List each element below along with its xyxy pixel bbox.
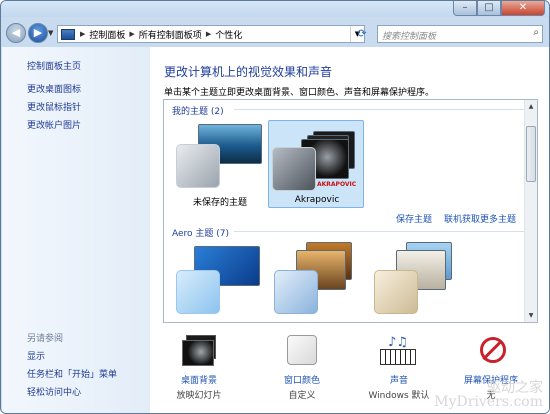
sidebar-link-desktop-icons[interactable]: 更改桌面图标: [27, 82, 81, 95]
aero-theme-windows7[interactable]: [172, 240, 272, 322]
see-also-heading: 另请参阅: [27, 334, 64, 344]
title-bar: – □ ✕: [1, 1, 549, 17]
breadcrumb-separator-icon[interactable]: ▶: [127, 30, 136, 38]
search-input[interactable]: 搜索控制面板 ⌕: [377, 25, 543, 43]
unsaved-theme-color-swatch: [176, 144, 220, 188]
sound-label: 声音: [389, 376, 408, 386]
theme-gallery-scrollbar[interactable]: ▲ ▼: [524, 100, 537, 322]
see-also-display[interactable]: 显示: [27, 349, 45, 362]
aero-theme-characters[interactable]: [370, 240, 470, 322]
sidebar-link-account-picture[interactable]: 更改帐户图片: [27, 118, 81, 131]
address-bar[interactable]: ▶ 控制面板 ▶ 所有控制面板项 ▶ 个性化 ▼: [57, 25, 365, 43]
save-theme-link[interactable]: 保存主题: [396, 212, 432, 225]
section-divider: [234, 231, 524, 232]
theme-akrapovic-selected[interactable]: AKRAPOVIC Akrapovic: [268, 120, 364, 208]
breadcrumb-separator-icon[interactable]: ▶: [204, 30, 213, 38]
see-also-taskbar[interactable]: 任务栏和「开始」菜单: [27, 367, 117, 380]
get-more-themes-link[interactable]: 联机获取更多主题: [444, 212, 516, 225]
window-color-icon: [283, 335, 321, 367]
akrapovic-color-swatch: [272, 147, 316, 191]
screensaver-icon: [472, 335, 510, 367]
watermark-logo-text: 驱动之家: [487, 380, 543, 396]
section-divider: [234, 109, 524, 110]
watermark-site-text: MyDrivers.com: [434, 394, 543, 410]
scrollbar-thumb[interactable]: [526, 126, 536, 182]
page-description: 单击某个主题立即更改桌面背景、窗口颜色、声音和屏幕保护程序。: [164, 88, 435, 98]
main-content: 更改计算机上的视觉效果和声音 单击某个主题立即更改桌面背景、窗口颜色、声音和屏幕…: [150, 47, 549, 413]
windows7-color-swatch: [176, 270, 220, 314]
aero-theme-architecture[interactable]: [270, 240, 370, 322]
recent-pages-dropdown-icon[interactable]: ▼: [48, 29, 53, 37]
breadcrumb-control-panel[interactable]: 控制面板: [87, 28, 127, 41]
minimize-button[interactable]: –: [453, 1, 477, 16]
control-panel-icon: [61, 28, 75, 40]
window: – □ ✕ ◀ ▶ ▼ ▶ 控制面板 ▶ 所有控制面板项 ▶ 个性化 ▼ ⟳ 搜…: [0, 0, 550, 414]
window-color-button[interactable]: 窗口颜色 自定义: [263, 333, 341, 401]
breadcrumb-personalization[interactable]: 个性化: [213, 28, 244, 41]
refresh-icon[interactable]: ⟳: [353, 25, 371, 43]
sound-icon: ♪♫: [380, 335, 418, 367]
window-color-label: 窗口颜色: [283, 376, 320, 386]
theme-label: Akrapovic: [294, 195, 340, 205]
back-button[interactable]: ◀: [6, 23, 26, 43]
scroll-up-icon[interactable]: ▲: [525, 100, 537, 113]
page-title: 更改计算机上的视觉效果和声音: [164, 65, 333, 79]
close-button[interactable]: ✕: [501, 1, 545, 16]
desktop-background-value: 放映幻灯片: [176, 391, 222, 401]
my-themes-heading: 我的主题 (2): [172, 107, 224, 117]
search-placeholder: 搜索控制面板: [382, 32, 437, 42]
window-color-value: 自定义: [288, 391, 316, 401]
desktop-background-label: 桌面背景: [180, 376, 217, 386]
search-icon[interactable]: ⌕: [533, 27, 539, 38]
maximize-button[interactable]: □: [477, 1, 501, 16]
desktop-background-button[interactable]: 桌面背景 放映幻灯片: [160, 333, 238, 401]
sidebar-link-mouse-pointers[interactable]: 更改鼠标指针: [27, 100, 81, 113]
desktop-background-icon: [180, 335, 218, 367]
architecture-color-swatch: [274, 270, 318, 314]
breadcrumb-all-items[interactable]: 所有控制面板项: [137, 28, 204, 41]
watermark: 驱动之家 MyDrivers.com: [434, 381, 543, 409]
forward-button[interactable]: ▶: [28, 23, 48, 43]
aero-themes-heading: Aero 主题 (7): [172, 229, 230, 239]
sidebar-home-link[interactable]: 控制面板主页: [27, 59, 81, 72]
navigation-bar: ◀ ▶ ▼ ▶ 控制面板 ▶ 所有控制面板项 ▶ 个性化 ▼ ⟳ 搜索控制面板 …: [1, 17, 549, 47]
sound-button[interactable]: ♪♫ 声音 Windows 默认: [360, 333, 438, 401]
theme-settings-bar: 桌面背景 放映幻灯片 窗口颜色 自定义 ♪♫ 声音 Windows 默认 屏幕保…: [150, 333, 549, 413]
breadcrumb-separator-icon[interactable]: ▶: [78, 30, 87, 38]
see-also-ease-of-access[interactable]: 轻松访问中心: [27, 385, 81, 398]
theme-label: 未保存的主题: [192, 198, 247, 208]
akrapovic-brand-text: AKRAPOVIC: [317, 181, 357, 188]
scroll-down-icon[interactable]: ▼: [525, 309, 537, 322]
sidebar: 控制面板主页 更改桌面图标 更改鼠标指针 更改帐户图片 另请参阅 显示 任务栏和…: [2, 47, 150, 413]
theme-gallery: 我的主题 (2) 未保存的主题 AKRAPOVIC Akrapovic 保存主题…: [163, 99, 538, 323]
theme-unsaved[interactable]: 未保存的主题: [172, 120, 268, 208]
characters-color-swatch: [374, 270, 418, 314]
sound-value: Windows 默认: [368, 391, 430, 401]
